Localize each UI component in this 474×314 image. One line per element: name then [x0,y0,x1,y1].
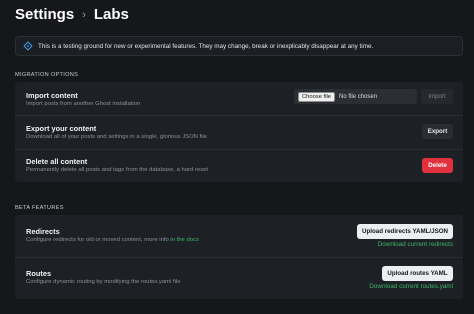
breadcrumb-settings[interactable]: Settings [15,6,74,23]
upload-redirects-button[interactable]: Upload redirects YAML/JSON [357,224,453,239]
redirects-title: Redirects [26,227,60,236]
import-button[interactable]: Import [421,89,453,104]
export-title: Export your content [26,124,97,133]
redirects-row: Redirects Configure redirects for old or… [15,215,463,258]
breadcrumb-separator-icon: › [82,8,86,21]
import-description: Import posts from another Ghost installa… [26,101,141,107]
routes-title: Routes [26,269,52,278]
choose-file-button[interactable]: Choose file [298,91,336,102]
import-file-input[interactable]: Choose file No file chosen [294,89,417,104]
import-row: Import content Import posts from another… [15,82,463,116]
info-icon [23,41,33,51]
redirects-description-text: Configure redirects for old or moved con… [26,237,169,243]
page-title: Labs [93,6,129,23]
routes-row: Routes Configure dynamic routing by modi… [15,258,463,299]
file-status: No file chosen [339,93,378,100]
export-description: Download all of your posts and settings … [26,134,208,140]
beta-panel: Redirects Configure redirects for old or… [15,215,463,299]
delete-description: Permanently delete all posts and tags fr… [26,167,209,173]
docs-link[interactable]: in the docs [170,237,199,243]
routes-description: Configure dynamic routing by modifying t… [26,279,181,285]
breadcrumb: Settings › Labs [15,6,129,23]
beta-section-title: BETA FEATURES [15,205,64,211]
export-button[interactable]: Export [422,124,453,139]
delete-button[interactable]: Delete [422,158,453,173]
delete-row: Delete all content Permanently delete al… [15,150,463,182]
migration-panel: Import content Import posts from another… [15,82,463,182]
notice-text: This is a testing ground for new or expe… [38,42,374,50]
experimental-notice: This is a testing ground for new or expe… [15,36,463,56]
export-row: Export your content Download all of your… [15,116,463,150]
download-routes-link[interactable]: Download current routes.yaml [369,283,453,290]
redirects-description: Configure redirects for old or moved con… [26,237,199,243]
import-title: Import content [26,91,78,100]
migration-section-title: MIGRATION OPTIONS [15,72,79,78]
upload-routes-button[interactable]: Upload routes YAML [382,266,453,281]
download-redirects-link[interactable]: Download current redirects [378,241,453,248]
delete-title: Delete all content [26,157,88,166]
